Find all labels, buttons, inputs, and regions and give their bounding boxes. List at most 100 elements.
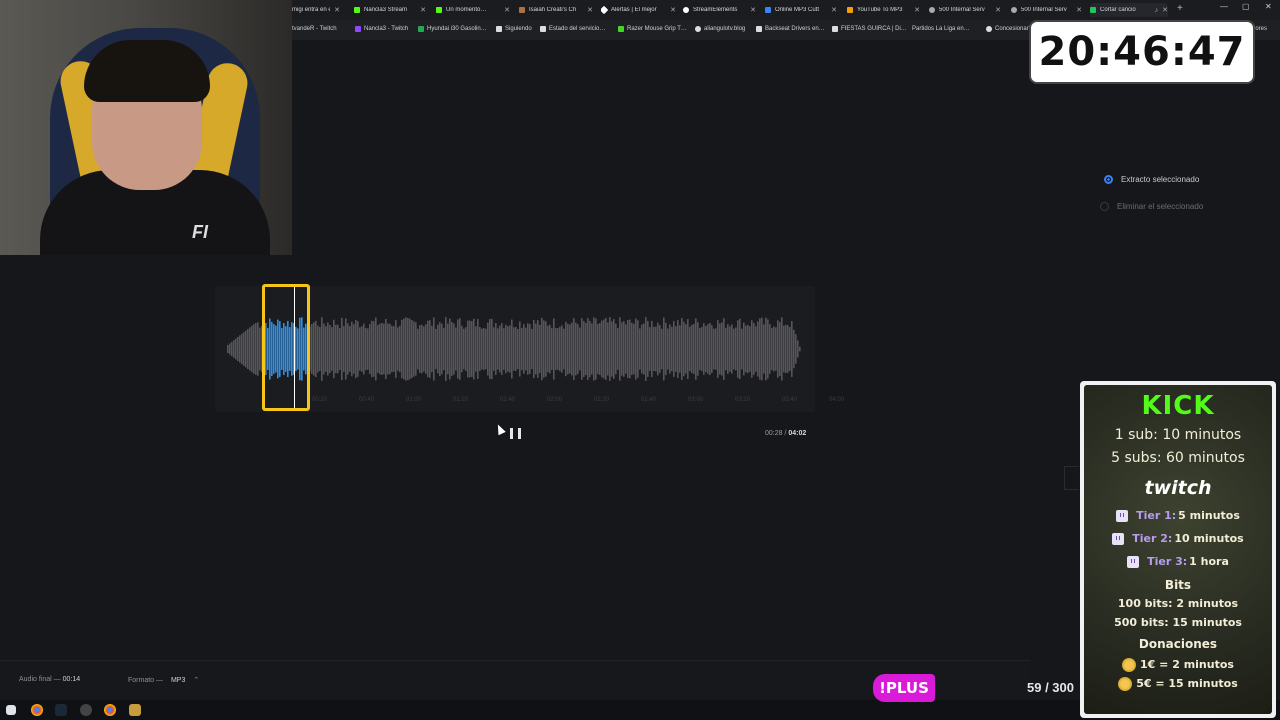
waveform-bar [755,326,757,372]
browser-tab[interactable]: Un momento… ✕ [436,3,510,17]
waveform-bar [457,319,459,379]
browser-tab[interactable]: 500 Internal Serv ✕ [1011,3,1082,17]
bookmark-item[interactable]: tvandeR - Twitch [292,26,337,32]
waveform-bar [495,323,497,375]
tab-close-icon[interactable]: ✕ [587,6,593,14]
waveform-bar [689,326,691,372]
tier2-row: Tier 2: 10 minutos [1080,532,1276,545]
minimize-icon[interactable]: — [1220,2,1228,11]
bookmark-item[interactable]: Siguiendo [496,26,532,32]
waveform-bar [341,317,343,381]
browser-tab-active[interactable]: Cortar cancio ♪ ✕ [1090,3,1168,17]
bookmark-item[interactable]: Razer Mouse Grip T… [618,26,687,32]
tier3-value: 1 hora [1189,555,1229,568]
waveform-bar [637,320,639,378]
timeline-tick-label: 01:00 [406,397,422,403]
chrome-profile-icon[interactable] [104,704,116,716]
waveform-bar [367,328,369,370]
waveform-bar [561,325,563,373]
waveform-bar [643,323,645,375]
browser-tab[interactable]: YouTube To MP3 ✕ [847,3,920,17]
option-remove-selected[interactable]: Eliminar el seleccionado [1100,202,1203,211]
waveform-bar [677,320,679,378]
tab-close-icon[interactable]: ✕ [420,6,426,14]
tab-close-icon[interactable]: ✕ [831,6,837,14]
selection-range-handle[interactable] [262,284,310,411]
close-window-icon[interactable]: ✕ [1265,2,1272,11]
tab-close-icon[interactable]: ✕ [1162,6,1168,14]
twitch-logo: twitch [1144,477,1212,499]
tab-close-icon[interactable]: ✕ [504,6,510,14]
windows-start-icon[interactable] [6,705,16,715]
waveform-bar [419,325,421,373]
new-tab-button[interactable]: + [1177,3,1183,14]
waveform-bar [485,328,487,370]
waveform-bar [251,325,253,373]
waveform-bar [359,327,361,371]
waveform-bar [669,324,671,374]
option-label: Extracto seleccionado [1121,175,1200,184]
tab-close-icon[interactable]: ✕ [670,6,676,14]
tier3-row: Tier 3: 1 hora [1080,555,1276,568]
bookmark-item[interactable]: aliangulotv.blog [695,26,745,32]
steam-icon[interactable] [55,704,67,716]
bookmark-item[interactable]: Hyundai i30 Gasolin… [418,26,487,32]
bookmark-item[interactable]: Backseat Drivers en… [756,26,825,32]
format-label: Formato — [128,677,164,684]
site-favicon-icon [519,7,525,13]
tab-close-icon[interactable]: ✕ [334,6,340,14]
tab-close-icon[interactable]: ✕ [750,6,756,14]
waveform-bar [423,326,425,372]
browser-tab[interactable]: Nancla3 Stream ✕ [354,3,426,17]
waveform-bar [429,320,431,378]
waveform-bar [511,319,513,379]
tab-close-icon[interactable]: ✕ [1076,6,1082,14]
timeline-tick-label: 04:00 [829,397,845,403]
plus-badge: !PLUS [873,674,935,702]
bookmark-item[interactable]: Nancla3 - Twitch [355,26,408,32]
waveform-bar [721,322,723,376]
tab-close-icon[interactable]: ✕ [995,6,1001,14]
audio-final-info: Audio final — 00:14 [19,676,80,683]
browser-tab[interactable]: migi entra en el ✕ [292,3,340,17]
tab-close-icon[interactable]: ✕ [914,6,920,14]
format-select[interactable]: Formato — MP3 ⌃ [128,676,199,684]
speaker-icon[interactable]: ♪ [1155,7,1159,14]
audio-final-value: 00:14 [62,676,81,683]
waveform-bar [449,318,451,380]
waveform-bar [567,323,569,375]
tab-label: Un momento… [446,7,487,13]
browser-tab[interactable]: Alertas | El mejor ✕ [601,3,676,17]
pause-button[interactable] [510,428,521,439]
waveform-bar [635,318,637,380]
waveform-bar [795,334,797,364]
waveform-bar [395,320,397,378]
radio-checked-icon [1104,175,1113,184]
browser-tab[interactable]: 500 Internal Serv ✕ [929,3,1001,17]
waveform-bar [399,325,401,373]
option-selected-extract[interactable]: Extracto seleccionado [1104,175,1199,184]
waveform-bar [351,321,353,377]
kick-line-1: 1 sub: 10 minutos [1114,427,1242,443]
pause-bar [518,428,521,439]
waveform-bar [253,324,255,374]
maximize-icon[interactable]: ▢ [1242,2,1250,11]
chrome-icon[interactable] [31,704,43,716]
subathon-panel: KICK 1 sub: 10 minutos 5 subs: 60 minuto… [1080,381,1276,718]
obs-icon[interactable] [80,704,92,716]
waveform-bar [325,326,327,372]
waveform-bar [333,319,335,379]
bookmark-item[interactable]: FIESTAS GUIRCA | Di… [832,26,907,32]
browser-tab[interactable]: Online MP3 Cutt ✕ [765,3,837,17]
twitch-glitch-icon [1116,509,1129,522]
waveform-bar [405,317,407,381]
league-icon[interactable] [129,704,141,716]
waveform-bar [539,324,541,374]
bookmark-item[interactable]: Partidos La Liga en… [912,26,970,32]
bookmark-item[interactable]: Concesionario [986,26,1033,32]
waveform-bar [611,321,613,377]
bookmark-item[interactable]: Estado del servicio… [540,26,605,32]
browser-tab[interactable]: StreamElements ✕ [683,3,756,17]
waveform-bar [315,320,317,378]
browser-tab[interactable]: Isaiah Creati's Ch ✕ [519,3,593,17]
